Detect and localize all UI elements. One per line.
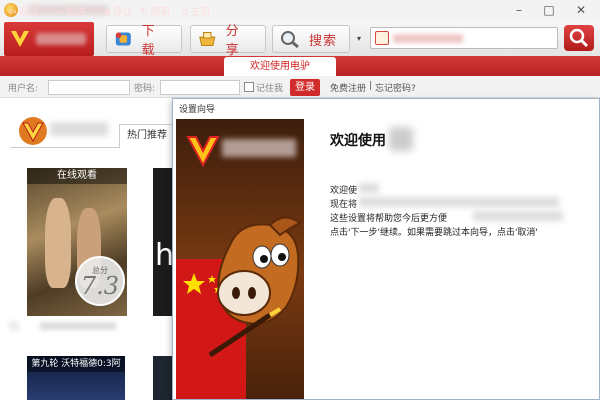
setup-wizard-dialog: 设置向导 <box>172 98 600 400</box>
close-button[interactable]: ✕ <box>566 0 596 20</box>
stop-icon: ▪ <box>104 7 111 18</box>
forward-label: 前进 <box>66 7 87 18</box>
forgot-password-link[interactable]: 忘记密码? <box>375 81 416 94</box>
back-arrow-icon: ⇦ <box>8 7 17 18</box>
card-title-redacted <box>40 322 116 330</box>
refresh-label: 刷新 <box>150 7 171 18</box>
register-link[interactable]: 免费注册 <box>330 81 366 94</box>
logo-text-redacted <box>36 33 86 45</box>
minimize-button[interactable]: – <box>504 0 534 20</box>
dialog-line-1: 欢迎使 <box>330 186 358 196</box>
decorative-blur <box>8 320 20 332</box>
login-button[interactable]: 登录 <box>290 79 320 96</box>
dialog-line-4: 点击'下一步'继续。如果需要跳过本向导，点击'取消' <box>330 228 538 238</box>
score-badge: 总分 7.3 <box>75 256 125 306</box>
stop-button[interactable]: ▪ 停止 <box>104 3 133 18</box>
heading-redacted <box>389 127 413 151</box>
search-text-redacted <box>393 34 463 43</box>
password-input[interactable] <box>160 80 240 95</box>
text-redacted <box>359 197 559 207</box>
password-label: 密码: <box>134 84 156 94</box>
logo-v-icon <box>11 31 29 47</box>
search-tab-button[interactable]: 搜索 <box>272 25 350 53</box>
dialog-title: 设置向导 <box>179 105 216 115</box>
card-caption: 在线观看 <box>27 168 127 184</box>
forward-button[interactable]: ⇨ 前进 <box>56 3 86 18</box>
search-icon <box>569 28 589 48</box>
stop-label: 停止 <box>112 7 133 18</box>
back-label: 返回 <box>18 7 39 18</box>
download-icon <box>115 32 131 46</box>
video-card[interactable]: 第九轮 沃特福德0:3阿 <box>27 356 125 400</box>
remember-me-checkbox[interactable] <box>244 82 254 92</box>
dialog-line-3: 这些设置将帮助您今后更方便 <box>330 214 448 224</box>
brand-logo[interactable] <box>4 22 94 56</box>
card-caption: 第九轮 沃特福德0:3阿 <box>27 356 125 372</box>
maximize-button[interactable]: □ <box>534 0 564 20</box>
tab-welcome[interactable]: 欢迎使用电驴 <box>224 57 336 76</box>
dialog-heading: 欢迎使用 <box>330 133 386 149</box>
forward-arrow-icon: ⇨ <box>56 7 65 18</box>
share-button[interactable]: 分 享 <box>190 24 266 58</box>
link-separator: | <box>369 81 373 91</box>
banner-logo-text-redacted <box>222 139 296 157</box>
home-label: 主页 <box>190 7 211 18</box>
remember-me-label: 记住我 <box>256 84 284 94</box>
share-icon <box>199 31 216 47</box>
search-submit-button[interactable] <box>564 25 594 51</box>
search-input[interactable] <box>370 27 558 49</box>
home-icon: ⌂ <box>182 7 189 18</box>
magnifier-icon <box>281 31 299 49</box>
refresh-icon: ↻ <box>140 7 149 18</box>
wizard-banner <box>176 119 304 399</box>
home-button[interactable]: ⌂ 主页 <box>182 3 210 18</box>
tab-hot-recommend[interactable]: 热门推荐 <box>119 124 175 148</box>
search-engine-icon <box>375 31 389 45</box>
text-redacted <box>473 211 563 221</box>
username-label: 用户名: <box>8 84 39 94</box>
refresh-button[interactable]: ↻ 刷新 <box>140 3 170 18</box>
username-input[interactable] <box>48 80 130 95</box>
download-button[interactable]: 下 载 <box>106 24 182 58</box>
poster-figure <box>45 198 71 288</box>
logo-v-icon <box>186 136 220 167</box>
search-tab-label: 搜索 <box>309 33 338 49</box>
dialog-line-2: 现在将 <box>330 200 358 210</box>
search-engine-dropdown[interactable]: ▾ <box>352 27 366 51</box>
text-redacted <box>359 183 379 193</box>
share-label: 分 享 <box>225 24 243 58</box>
back-button[interactable]: ⇦ 返回 <box>8 3 38 18</box>
video-card[interactable]: 在线观看 总分 7.3 <box>27 168 127 316</box>
donkey-mascot-icon <box>208 216 302 358</box>
score-value: 7.3 <box>80 272 120 300</box>
download-label: 下 载 <box>141 24 159 58</box>
